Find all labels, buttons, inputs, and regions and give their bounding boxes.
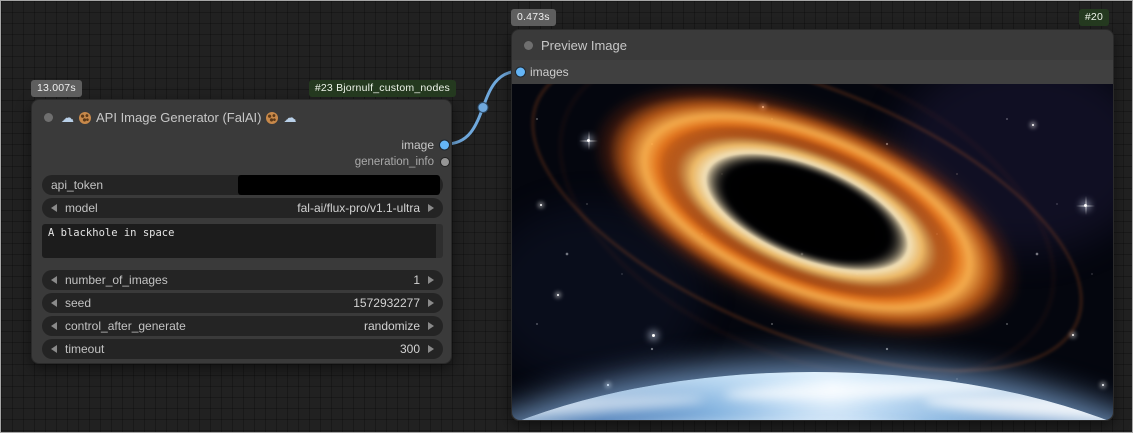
output-label-image: image — [401, 138, 434, 152]
cloud-icon: ☁ — [283, 111, 296, 124]
node-title: Preview Image — [541, 38, 627, 53]
preview-image-node[interactable]: Preview Image images — [511, 29, 1114, 421]
link-midpoint-dot[interactable] — [478, 103, 488, 113]
output-socket-generation-info[interactable] — [441, 158, 449, 166]
star — [557, 294, 559, 296]
timeout-widget[interactable]: timeout 300 — [42, 339, 443, 359]
output-socket-image[interactable] — [440, 141, 449, 150]
link-image-to-images[interactable] — [446, 71, 521, 144]
seed-widget[interactable]: seed 1572932277 — [42, 293, 443, 313]
node-title-bar[interactable]: ☁ API Image Generator (FalAI) ☁ — [32, 100, 451, 133]
seed-value: 1572932277 — [353, 296, 420, 310]
output-label-generation-info: generation_info — [355, 156, 434, 168]
star — [1072, 334, 1074, 336]
node-editor-canvas[interactable]: 13.007s #23 Bjornulf_custom_nodes ☁ API … — [0, 0, 1133, 433]
next-arrow-icon[interactable] — [428, 299, 434, 307]
collapse-toggle[interactable] — [524, 41, 533, 50]
control-after-generate-label: control_after_generate — [65, 319, 186, 333]
control-after-generate-widget[interactable]: control_after_generate randomize — [42, 316, 443, 336]
prev-arrow-icon[interactable] — [51, 204, 57, 212]
preview-image — [512, 84, 1113, 420]
prev-arrow-icon[interactable] — [51, 299, 57, 307]
prev-arrow-icon[interactable] — [51, 345, 57, 353]
model-widget[interactable]: model fal-ai/flux-pro/v1.1-ultra — [42, 198, 443, 218]
execution-time-badge: 0.473s — [511, 9, 556, 26]
api-image-generator-node[interactable]: ☁ API Image Generator (FalAI) ☁ image ge… — [31, 99, 452, 364]
cookie-icon — [79, 112, 91, 124]
prev-arrow-icon[interactable] — [51, 276, 57, 284]
output-slot-image: image — [32, 137, 451, 153]
output-slot-generation-info: generation_info — [32, 154, 451, 170]
node-id-badge: #20 — [1079, 9, 1109, 26]
star — [607, 384, 609, 386]
cloud-icon: ☁ — [61, 111, 74, 124]
next-arrow-icon[interactable] — [428, 322, 434, 330]
cloud — [924, 392, 1113, 420]
input-slot-images: images — [512, 60, 1113, 84]
api-token-value-redacted — [238, 175, 440, 195]
execution-time-badge: 13.007s — [31, 80, 82, 97]
api-token-widget[interactable]: api_token — [42, 175, 443, 195]
number-of-images-label: number_of_images — [65, 273, 168, 287]
model-value: fal-ai/flux-pro/v1.1-ultra — [297, 201, 420, 215]
seed-label: seed — [65, 296, 91, 310]
node-title: API Image Generator (FalAI) — [96, 110, 261, 125]
next-arrow-icon[interactable] — [428, 204, 434, 212]
node-title-bar[interactable]: Preview Image — [512, 30, 1113, 61]
next-arrow-icon[interactable] — [428, 345, 434, 353]
number-of-images-widget[interactable]: number_of_images 1 — [42, 270, 443, 290]
api-token-label: api_token — [51, 178, 103, 192]
prompt-textarea[interactable]: A blackhole in space — [42, 224, 443, 258]
input-label-images: images — [530, 65, 569, 79]
star — [652, 334, 655, 337]
star — [1084, 204, 1087, 207]
cookie-icon — [266, 112, 278, 124]
next-arrow-icon[interactable] — [428, 276, 434, 284]
model-label: model — [65, 201, 98, 215]
timeout-value: 300 — [400, 342, 420, 356]
input-socket-images[interactable] — [516, 68, 525, 77]
timeout-label: timeout — [65, 342, 104, 356]
number-of-images-value: 1 — [413, 273, 420, 287]
collapse-toggle[interactable] — [44, 113, 53, 122]
node-id-badge: #23 Bjornulf_custom_nodes — [309, 80, 456, 97]
cloud — [724, 377, 1004, 403]
star — [540, 204, 542, 206]
star — [1032, 124, 1034, 126]
control-after-generate-value: randomize — [364, 319, 420, 333]
prev-arrow-icon[interactable] — [51, 322, 57, 330]
